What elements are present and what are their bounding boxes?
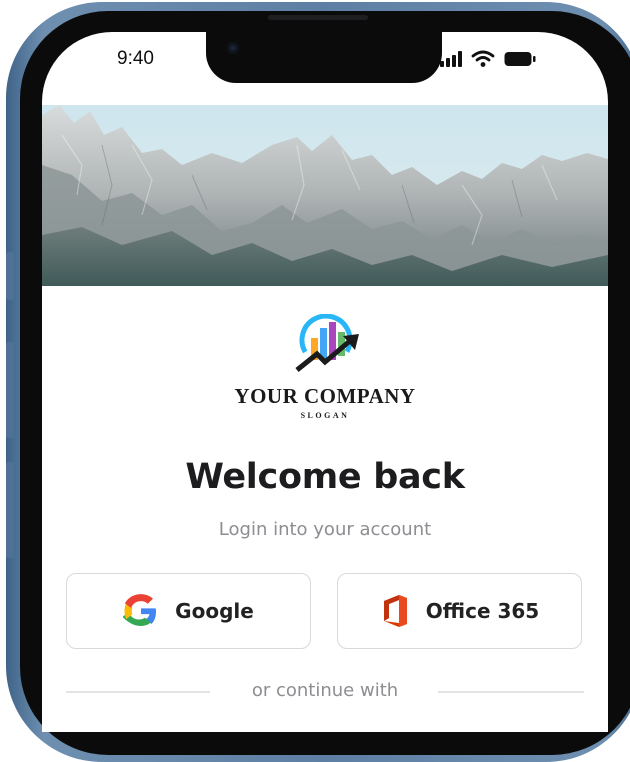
divider-text: or continue with bbox=[251, 680, 399, 701]
welcome-subtitle: Login into your account bbox=[218, 519, 432, 540]
company-name: YOUR COMPANY bbox=[234, 384, 416, 408]
welcome-title: Welcome back bbox=[185, 457, 465, 497]
volume-down-button bbox=[6, 462, 14, 558]
mountain-illustration bbox=[42, 105, 608, 286]
notch bbox=[206, 27, 442, 83]
google-button-label: Google bbox=[175, 599, 254, 623]
google-logo-icon bbox=[123, 594, 157, 626]
continue-divider: or continue with bbox=[66, 680, 584, 704]
office-button-label: Office 365 bbox=[425, 599, 540, 623]
hero-mountain-image bbox=[42, 105, 608, 286]
company-slogan: SLOGAN bbox=[300, 411, 350, 420]
cellular-signal-icon bbox=[440, 51, 462, 67]
mute-switch bbox=[6, 252, 14, 300]
front-camera bbox=[227, 42, 239, 54]
office-365-logo-icon bbox=[383, 595, 407, 627]
company-logo-icon bbox=[295, 314, 359, 372]
status-icons bbox=[440, 47, 536, 71]
office-365-sign-in-button[interactable]: Office 365 bbox=[337, 573, 582, 649]
wifi-icon bbox=[471, 50, 495, 67]
volume-up-button bbox=[6, 342, 14, 438]
phone-screen: YOUR COMPANY SLOGAN Welcome back Login i… bbox=[42, 32, 608, 732]
battery-icon bbox=[504, 52, 536, 66]
status-time: 9:40 bbox=[117, 48, 154, 69]
earpiece-speaker bbox=[268, 15, 368, 20]
phone-frame: YOUR COMPANY SLOGAN Welcome back Login i… bbox=[6, 2, 630, 762]
google-sign-in-button[interactable]: Google bbox=[66, 573, 311, 649]
